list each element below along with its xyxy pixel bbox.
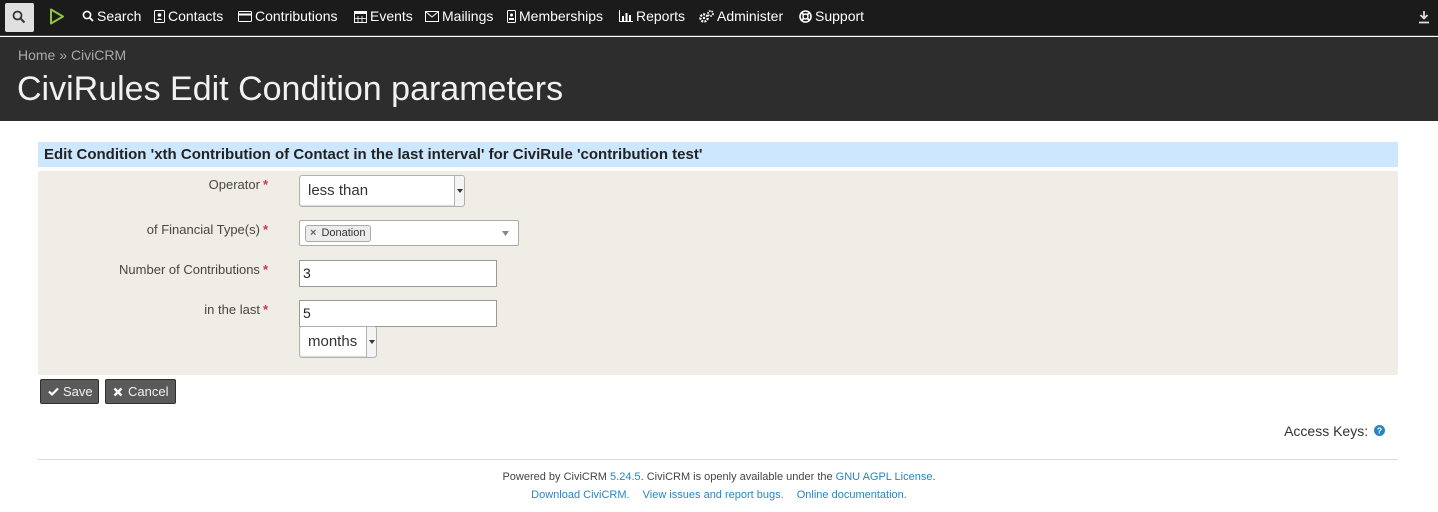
life-ring-icon (799, 9, 812, 23)
menu-events[interactable]: Events (354, 0, 413, 34)
check-icon (48, 387, 59, 396)
available-text: . CiviCRM is openly available under the (640, 471, 833, 483)
quicksearch-button[interactable] (5, 3, 34, 32)
bar-chart-icon (619, 10, 633, 23)
menu-memberships-label: Memberships (519, 8, 604, 24)
interval-unit-select[interactable]: months (299, 326, 377, 358)
credit-card-icon (238, 10, 252, 22)
issues-link[interactable]: View issues and report bugs. (643, 489, 784, 501)
license-link[interactable]: GNU AGPL License (836, 471, 933, 483)
help-question-icon[interactable]: ? (1374, 423, 1385, 439)
footer-period: . (932, 471, 936, 483)
operator-label: Operator * (209, 177, 268, 192)
calendar-icon (354, 10, 367, 23)
chevron-down-icon (454, 176, 464, 206)
menu-search[interactable]: Search (82, 0, 141, 34)
financial-type-chip: × Donation (305, 225, 372, 242)
form-panel: Operator * less than of Financial Type(s)… (38, 171, 1398, 375)
required-marker: * (262, 222, 268, 237)
search-icon (82, 10, 94, 22)
form-header: Edit Condition 'xth Contribution of Cont… (38, 142, 1398, 167)
menu-support-label: Support (815, 8, 865, 24)
dropdown-arrow-icon (502, 231, 509, 236)
breadcrumb: Home » CiviCRM (18, 47, 126, 63)
civicrm-logo-icon[interactable] (49, 8, 65, 30)
powered-by-text: Powered by CiviCRM (502, 471, 607, 483)
cancel-button-label: Cancel (128, 384, 169, 399)
menu-mailings-label: Mailings (442, 8, 494, 24)
civicrm-menubar: Search Contacts Contributions Events Mai… (0, 0, 1438, 36)
footer-divider (38, 459, 1398, 460)
chevron-down-icon (366, 327, 376, 357)
menu-reports-label: Reports (636, 8, 686, 24)
contact-card-icon (154, 9, 165, 23)
svg-text:?: ? (1377, 426, 1382, 436)
access-keys[interactable]: Access Keys: ? (1284, 423, 1385, 440)
menu-contacts[interactable]: Contacts (154, 0, 223, 34)
gears-icon (699, 9, 714, 23)
num-contributions-label-text: Number of Contributions (119, 262, 260, 277)
interval-unit-value: months (308, 333, 358, 350)
page-title: CiviRules Edit Condition parameters (17, 70, 564, 108)
menu-mailings[interactable]: Mailings (425, 0, 493, 34)
version-link[interactable]: 5.24.5 (610, 471, 641, 483)
operator-select[interactable]: less than (299, 175, 465, 207)
required-marker: * (262, 177, 268, 192)
breadcrumb-separator: » (55, 47, 71, 63)
operator-select-value: less than (308, 182, 369, 199)
close-icon (113, 387, 123, 397)
remove-chip-icon[interactable]: × (310, 227, 316, 239)
financial-types-multiselect[interactable]: × Donation (299, 220, 519, 246)
id-badge-icon (507, 9, 516, 23)
menu-reports[interactable]: Reports (619, 0, 685, 34)
num-contributions-input[interactable]: 3 (299, 260, 497, 287)
download-link[interactable]: Download CiviCRM. (531, 489, 629, 501)
breadcrumb-home-link[interactable]: Home (18, 47, 55, 63)
access-keys-label: Access Keys: (1284, 423, 1369, 439)
in-the-last-label: in the last * (204, 302, 268, 317)
menu-contributions[interactable]: Contributions (238, 0, 338, 34)
cancel-button[interactable]: Cancel (105, 379, 176, 404)
operator-label-text: Operator (208, 177, 260, 192)
envelope-icon (425, 10, 439, 22)
docs-link[interactable]: Online documentation. (797, 489, 907, 501)
menu-events-label: Events (370, 8, 413, 24)
menu-contacts-label: Contacts (168, 8, 224, 24)
in-the-last-label-text: in the last (204, 302, 260, 317)
page-header: Home » CiviCRM CiviRules Edit Condition … (0, 37, 1438, 121)
menu-search-label: Search (97, 8, 142, 24)
financial-types-label: of Financial Type(s) * (147, 222, 268, 237)
search-icon (12, 10, 26, 24)
required-marker: * (262, 262, 268, 277)
menu-administer[interactable]: Administer (699, 0, 783, 34)
financial-types-label-text: of Financial Type(s) (146, 222, 260, 237)
num-contributions-label: Number of Contributions * (119, 262, 268, 277)
financial-type-chip-label: Donation (321, 227, 366, 239)
required-marker: * (262, 302, 268, 317)
menu-administer-label: Administer (717, 8, 784, 24)
breadcrumb-civicrm-link[interactable]: CiviCRM (71, 47, 126, 63)
menu-support[interactable]: Support (799, 0, 864, 34)
menubar-toggle-download-icon[interactable] (1418, 10, 1430, 29)
save-button[interactable]: Save (40, 379, 99, 404)
footer-links: Download CiviCRM. View issues and report… (0, 489, 1438, 501)
menu-contributions-label: Contributions (255, 8, 338, 24)
menu-memberships[interactable]: Memberships (507, 0, 603, 34)
in-the-last-input[interactable]: 5 (299, 300, 497, 327)
save-button-label: Save (63, 384, 93, 399)
footer-powered-by: Powered by CiviCRM 5.24.5. CiviCRM is op… (0, 471, 1438, 483)
